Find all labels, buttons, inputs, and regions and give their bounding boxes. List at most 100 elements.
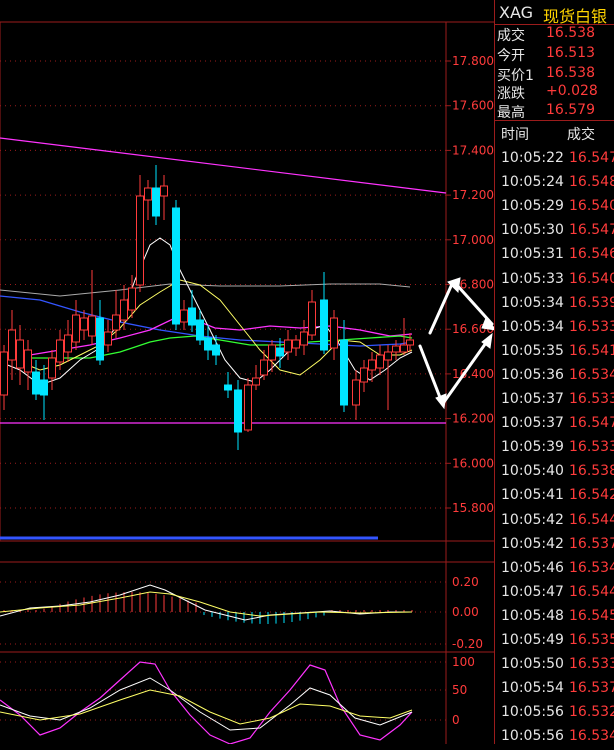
price-panel-frame bbox=[0, 21, 447, 542]
quote-label: 今开 bbox=[497, 48, 525, 64]
candle-body bbox=[308, 301, 316, 336]
tick-time: 10:05:40 bbox=[501, 463, 564, 480]
tick-time: 10:05:37 bbox=[501, 391, 564, 407]
candle-body bbox=[48, 357, 56, 379]
candle-body bbox=[352, 379, 360, 406]
tick-time: 10:05:46 bbox=[501, 559, 564, 576]
tick-price: 16.539 bbox=[569, 294, 614, 311]
macd-axis: 0.20 0.00 -0.20 bbox=[0, 575, 483, 651]
tick-time: 10:05:39 bbox=[501, 439, 564, 456]
candle-body bbox=[104, 331, 112, 346]
tick-row: 10:05:33 16.540 bbox=[495, 269, 614, 293]
tick-time: 10:05:34 bbox=[501, 318, 564, 335]
quote-label: 成交 bbox=[497, 28, 525, 44]
tick-price: 16.533 bbox=[569, 656, 614, 673]
tick-time: 10:05:37 bbox=[501, 415, 564, 432]
tick-price: 16.545 bbox=[569, 607, 614, 624]
tick-row: 10:05:56 16.534 bbox=[495, 726, 614, 750]
tick-row: 10:05:47 16.544 bbox=[495, 582, 614, 606]
tick-price: 16.538 bbox=[569, 463, 614, 480]
tick-row: 10:05:22 16.547 bbox=[495, 148, 614, 172]
price-tick-label: 16.200 bbox=[452, 412, 494, 426]
tick-time: 10:05:31 bbox=[501, 246, 564, 263]
candle-body bbox=[172, 207, 180, 325]
candle-body bbox=[368, 359, 376, 371]
symbol-code: XAG bbox=[499, 3, 534, 22]
quote-panel: XAG 现货白银 成交 16.538 今开 16.513 买价1 16.538 … bbox=[494, 0, 614, 744]
tick-row: 10:05:40 16.538 bbox=[495, 461, 614, 485]
macd-tick-label: 0.00 bbox=[452, 605, 479, 619]
price-tick-label: 17.200 bbox=[452, 188, 494, 202]
candle-body bbox=[120, 299, 128, 321]
tick-price: 16.544 bbox=[569, 511, 614, 528]
tick-price: 16.540 bbox=[569, 270, 614, 287]
tick-row: 10:05:49 16.535 bbox=[495, 630, 614, 654]
candle-body bbox=[80, 317, 88, 331]
candle-body bbox=[268, 344, 276, 361]
tick-time: 10:05:34 bbox=[501, 294, 564, 311]
candle-body bbox=[128, 287, 136, 311]
tick-row: 10:05:30 16.547 bbox=[495, 220, 614, 244]
quote-value: 16.538 bbox=[546, 65, 595, 81]
tick-time: 10:05:54 bbox=[501, 680, 564, 697]
tick-price: 16.534 bbox=[569, 559, 614, 576]
tick-row: 10:05:56 16.532 bbox=[495, 702, 614, 726]
ma-white-line bbox=[0, 237, 413, 386]
tick-time: 10:05:42 bbox=[501, 511, 564, 528]
kdj-tick-label: 50 bbox=[452, 683, 467, 697]
candle-body bbox=[400, 344, 408, 353]
tick-time: 10:05:35 bbox=[501, 342, 564, 359]
price-tick-label: 17.000 bbox=[452, 233, 494, 247]
candle-body bbox=[244, 384, 252, 431]
tick-row: 10:05:37 16.547 bbox=[495, 413, 614, 437]
tick-price: 16.534 bbox=[569, 366, 614, 383]
tick-price: 16.541 bbox=[569, 342, 614, 359]
macd-histogram bbox=[3, 592, 413, 624]
candle-body bbox=[56, 339, 64, 363]
candle-body bbox=[196, 319, 204, 341]
tick-price: 16.535 bbox=[569, 632, 614, 648]
tick-price: 16.533 bbox=[569, 439, 614, 456]
tick-row: 10:05:24 16.548 bbox=[495, 172, 614, 196]
candle-body bbox=[276, 347, 284, 357]
tick-price: 16.546 bbox=[569, 246, 614, 263]
tick-row: 10:05:48 16.545 bbox=[495, 606, 614, 630]
kdj-tick-label: 0 bbox=[452, 713, 460, 727]
candle-body bbox=[188, 307, 196, 326]
tick-time: 10:05:48 bbox=[501, 607, 564, 624]
kdj-tick-label: 100 bbox=[452, 655, 475, 669]
tick-price: 16.547 bbox=[569, 222, 614, 239]
tick-price: 16.533 bbox=[569, 391, 614, 407]
candle-body bbox=[72, 314, 80, 343]
quote-row-last: 成交 16.538 bbox=[495, 24, 614, 45]
macd-dif-line bbox=[0, 584, 412, 621]
candle-body bbox=[88, 315, 96, 337]
tick-row: 10:05:35 16.541 bbox=[495, 341, 614, 365]
candle-body bbox=[160, 185, 168, 197]
candle-body bbox=[284, 339, 292, 353]
tick-time: 10:05:41 bbox=[501, 487, 564, 504]
candle-body bbox=[224, 384, 232, 391]
candle-body bbox=[204, 337, 212, 351]
quote-value: +0.028 bbox=[546, 83, 598, 99]
tick-row: 10:05:34 16.539 bbox=[495, 293, 614, 317]
macd-tick-label: 0.20 bbox=[452, 575, 479, 589]
tick-row: 10:05:39 16.533 bbox=[495, 437, 614, 461]
price-tick-label: 17.800 bbox=[452, 54, 494, 68]
tick-price: 16.547 bbox=[569, 415, 614, 432]
tick-row: 10:05:46 16.534 bbox=[495, 558, 614, 582]
tick-time: 10:05:33 bbox=[501, 270, 564, 287]
candle-body bbox=[320, 299, 328, 351]
candle-body bbox=[384, 351, 392, 361]
price-tick-label: 17.600 bbox=[452, 99, 494, 113]
symbol-header: XAG 现货白银 bbox=[495, 0, 614, 26]
tick-time: 10:05:24 bbox=[501, 174, 564, 191]
kdj-j-line bbox=[0, 661, 413, 744]
candle-body bbox=[96, 317, 104, 361]
candle-body bbox=[234, 389, 242, 433]
tick-price: 16.547 bbox=[569, 150, 614, 166]
tick-row: 10:05:31 16.546 bbox=[495, 244, 614, 268]
tick-time: 10:05:30 bbox=[501, 222, 564, 239]
tick-row: 10:05:37 16.533 bbox=[495, 389, 614, 413]
kline-chart[interactable]: 17.80017.60017.40017.20017.00016.80016.6… bbox=[0, 0, 494, 744]
